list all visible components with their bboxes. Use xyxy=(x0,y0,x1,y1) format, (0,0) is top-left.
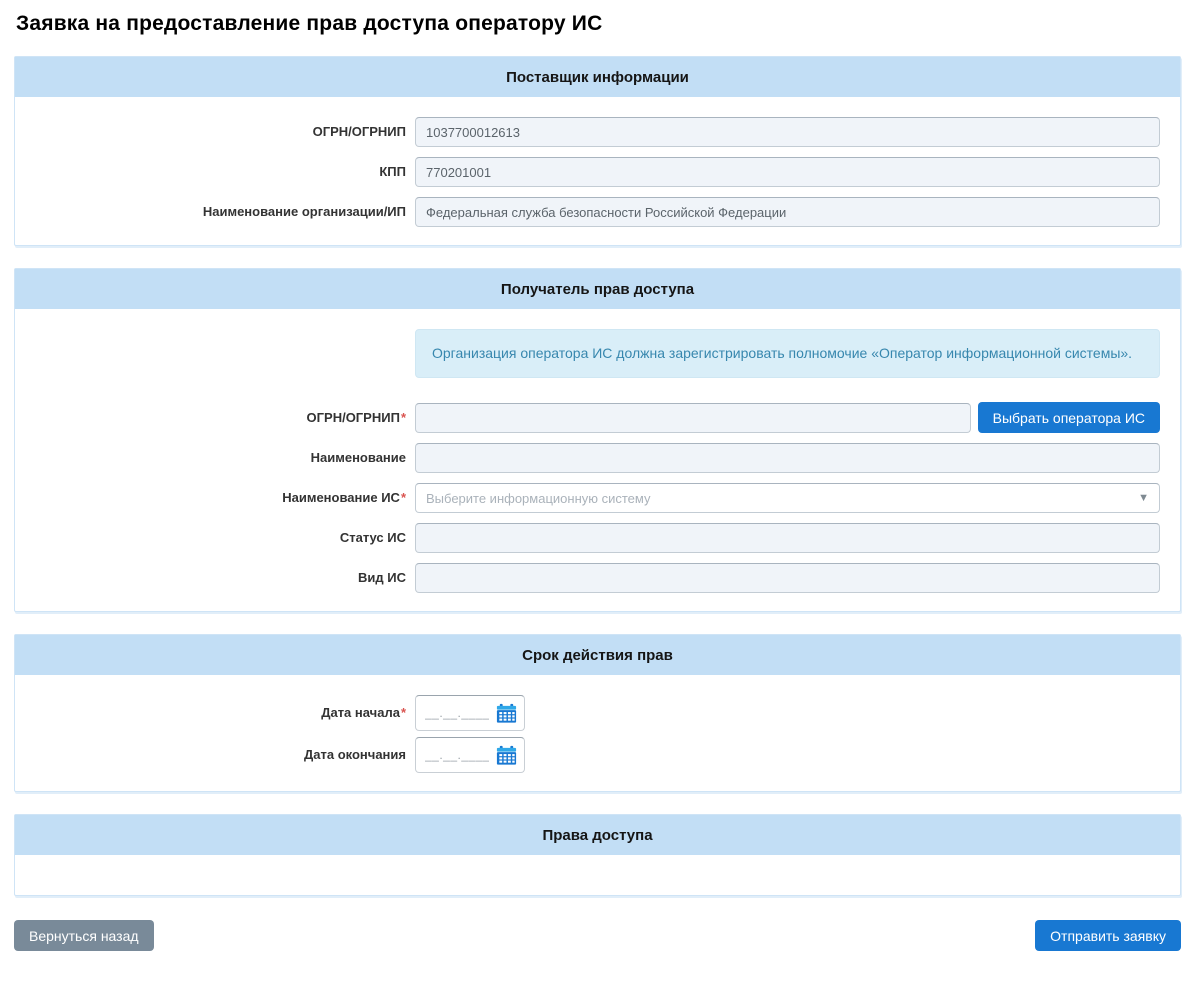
calendar-icon xyxy=(496,745,517,765)
page-title: Заявка на предоставление прав доступа оп… xyxy=(16,12,603,35)
section-header-validity: Срок действия прав xyxy=(15,635,1180,676)
required-mark: * xyxy=(400,705,406,721)
provider-org-name-label: Наименование организации/ИП xyxy=(202,204,406,220)
field-row-is-name: Наименование ИС* ▼ xyxy=(15,483,1160,514)
start-date-input[interactable] xyxy=(425,706,489,721)
provider-kpp-input[interactable] xyxy=(415,157,1160,187)
end-date-input[interactable] xyxy=(425,748,489,763)
section-body-provider: ОГРН/ОГРНИП КПП Наименование организации… xyxy=(15,97,1180,245)
info-message: Организация оператора ИС должна зарегист… xyxy=(415,329,1160,379)
section-information-provider: Поставщик информации ОГРН/ОГРНИП КПП Наи… xyxy=(14,56,1181,246)
end-date-field xyxy=(415,737,525,774)
footer-actions: Вернуться назад Отправить заявку xyxy=(14,920,1181,952)
application-page: Заявка на предоставление прав доступа оп… xyxy=(0,0,1195,965)
chevron-down-icon[interactable]: ▼ xyxy=(1138,492,1149,504)
end-date-calendar-button[interactable] xyxy=(495,744,518,767)
info-message-row: Организация оператора ИС должна зарегист… xyxy=(15,329,1160,392)
section-header-rights: Права доступа xyxy=(15,815,1180,856)
section-header-recipient: Получатель прав доступа xyxy=(15,269,1180,309)
select-operator-button[interactable]: Выбрать оператора ИС xyxy=(977,402,1160,434)
end-date-label: Дата окончания xyxy=(304,747,406,763)
section-access-recipient: Получатель прав доступа Организация опер… xyxy=(14,268,1181,613)
section-body-rights xyxy=(15,855,1180,895)
field-row-start-date: Дата начала* xyxy=(15,695,1160,732)
submit-application-button[interactable]: Отправить заявку xyxy=(1035,920,1181,952)
recipient-ogrn-input[interactable] xyxy=(415,402,971,433)
field-row-is-status: Статус ИС xyxy=(15,523,1160,554)
is-name-label: Наименование ИС* xyxy=(282,490,406,506)
is-name-dropdown[interactable]: ▼ xyxy=(415,483,1160,514)
required-mark: * xyxy=(400,490,406,506)
section-access-rights: Права доступа xyxy=(14,814,1181,897)
provider-ogrn-label: ОГРН/ОГРНИП xyxy=(312,124,406,140)
field-row-end-date: Дата окончания xyxy=(15,737,1160,774)
is-status-input[interactable] xyxy=(415,523,1160,554)
section-body-recipient: Организация оператора ИС должна зарегист… xyxy=(15,309,1180,611)
field-row-provider-ogrn: ОГРН/ОГРНИП xyxy=(15,117,1160,147)
is-kind-input[interactable] xyxy=(415,563,1160,594)
is-kind-label: Вид ИС xyxy=(358,570,406,586)
provider-kpp-label: КПП xyxy=(379,164,406,180)
provider-org-name-input[interactable] xyxy=(415,197,1160,227)
recipient-name-label: Наименование xyxy=(310,450,406,466)
field-row-provider-org-name: Наименование организации/ИП xyxy=(15,197,1160,227)
section-validity-period: Срок действия прав Дата начала* __.__.__… xyxy=(14,634,1181,793)
field-row-recipient-name: Наименование xyxy=(15,443,1160,474)
is-name-dropdown-input[interactable] xyxy=(426,490,1131,506)
section-body-validity: Дата начала* __.__.____ Дата окончания _… xyxy=(15,675,1180,791)
recipient-name-input[interactable] xyxy=(415,443,1160,474)
field-row-recipient-ogrn: ОГРН/ОГРНИП* Выбрать оператора ИС xyxy=(15,402,1160,434)
calendar-icon xyxy=(496,703,517,723)
start-date-label: Дата начала* xyxy=(321,705,406,721)
recipient-ogrn-label: ОГРН/ОГРНИП* xyxy=(306,409,406,425)
field-row-provider-kpp: КПП xyxy=(15,157,1160,187)
is-status-label: Статус ИС xyxy=(339,530,406,546)
provider-ogrn-input[interactable] xyxy=(415,117,1160,147)
section-header-provider: Поставщик информации xyxy=(15,57,1180,97)
start-date-field xyxy=(415,695,525,732)
start-date-calendar-button[interactable] xyxy=(495,702,518,725)
field-row-is-kind: Вид ИС xyxy=(15,563,1160,594)
required-mark: * xyxy=(400,409,406,425)
back-button[interactable]: Вернуться назад xyxy=(14,920,154,952)
